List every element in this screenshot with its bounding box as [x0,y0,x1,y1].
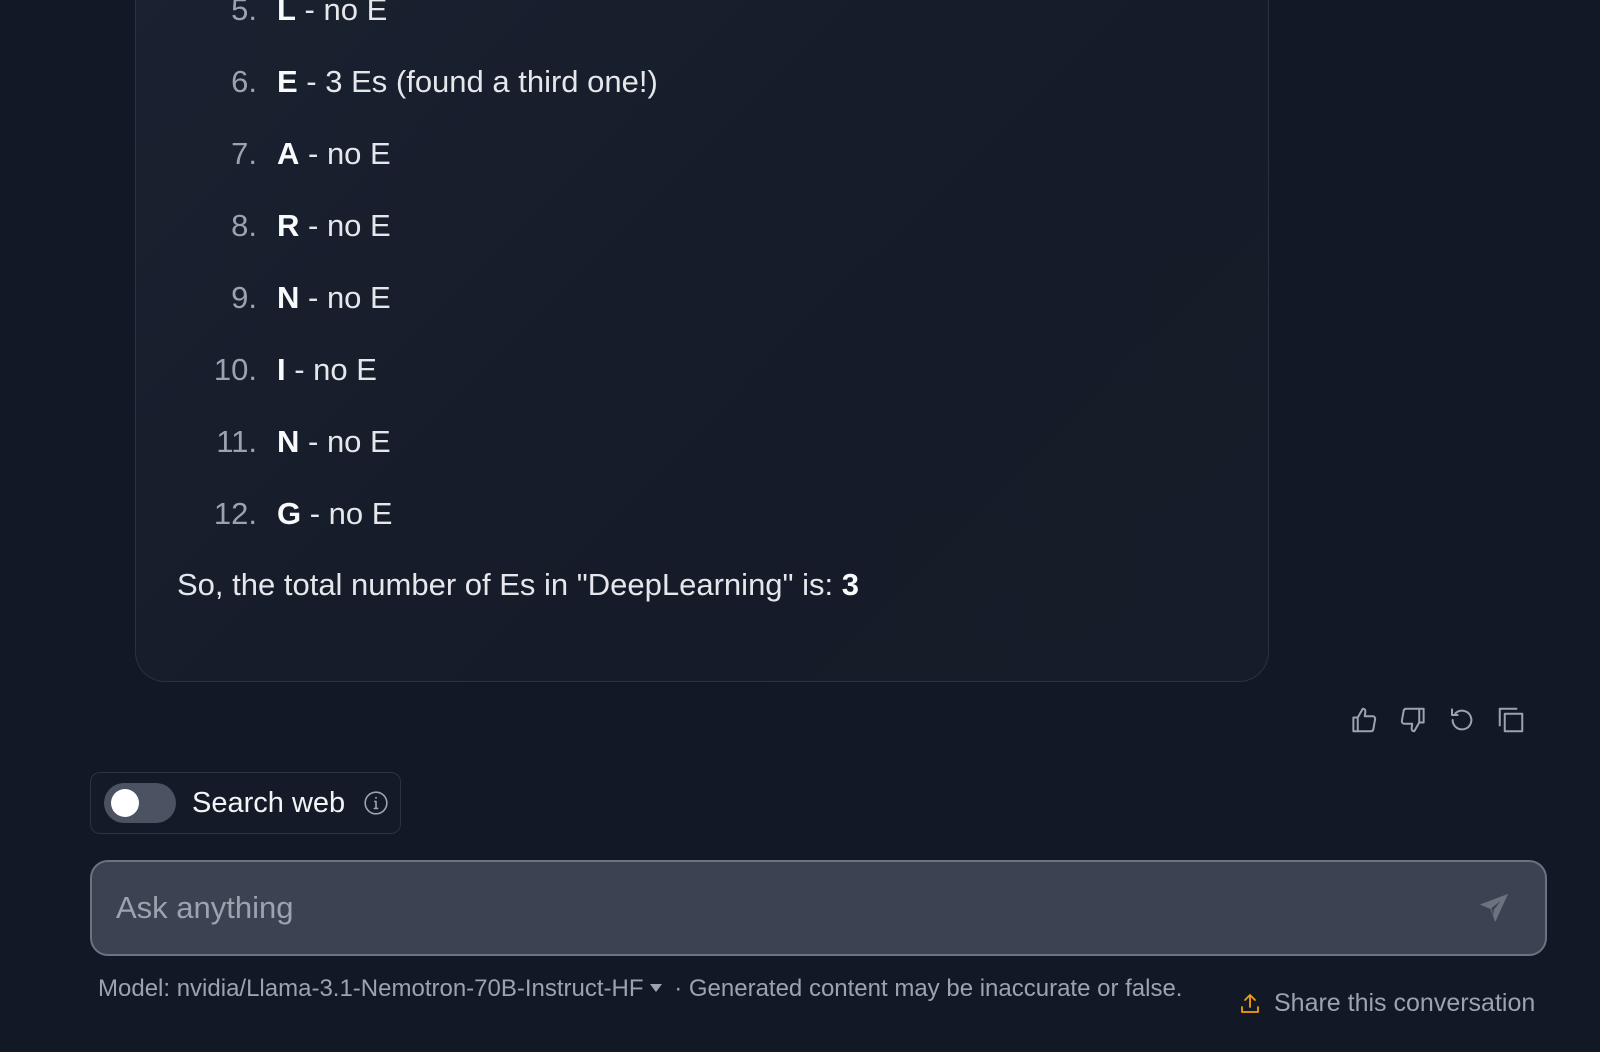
list-item: 7. A - no E [172,118,658,190]
list-item-letter: L [277,0,296,27]
letter-steps-list: 5. L - no E 6. E - 3 Es (found a third o… [172,0,658,550]
list-item-number: 12. [213,496,257,531]
list-item: 9. N - no E [172,262,658,334]
thumbs-up-icon [1351,707,1376,732]
list-item-letter: N [277,280,300,315]
chat-page: 5. L - no E 6. E - 3 Es (found a third o… [0,0,1600,1052]
model-prefix: Model: [98,975,177,1002]
list-item-number: 11. [216,424,257,459]
share-label: Share this conversation [1274,989,1536,1017]
list-item-letter: G [277,496,302,531]
list-item: 11. N - no E [172,406,658,478]
chat-input-container [90,860,1547,956]
list-item-letter: A [277,136,300,171]
footer-disclaimer: Model: nvidia/Llama-3.1-Nemotron-70B-Ins… [98,973,1208,1005]
model-name: nvidia/Llama-3.1-Nemotron-70B-Instruct-H… [176,975,644,1002]
summary-text: So, the total number of Es in "DeepLearn… [177,567,842,602]
message-summary: So, the total number of Es in "DeepLearn… [177,567,859,603]
list-item-text: - no E [299,136,391,171]
thumbs-down-icon [1400,707,1425,732]
copy-button[interactable] [1495,704,1526,735]
list-item-text: - no E [299,424,391,459]
list-item-letter: I [277,352,286,387]
list-item-text: - no E [299,280,391,315]
list-item: 12. G - no E [172,478,658,550]
model-selector[interactable]: nvidia/Llama-3.1-Nemotron-70B-Instruct-H… [177,975,668,1002]
thumbs-up-button[interactable] [1348,704,1379,735]
list-item: 6. E - 3 Es (found a third one!) [172,46,658,118]
list-item-number: 5. [231,0,257,27]
summary-value: 3 [841,567,860,602]
copy-icon [1498,707,1523,732]
list-item-letter: R [277,208,300,243]
list-item: 8. R - no E [172,190,658,262]
search-web-control: Search web [90,772,401,834]
retry-icon [1450,707,1472,730]
chat-input[interactable] [92,861,1469,955]
list-item-number: 9. [231,280,257,315]
info-icon[interactable] [363,790,389,816]
list-item-number: 10. [213,352,257,387]
message-actions [1348,704,1526,735]
retry-button[interactable] [1446,704,1477,735]
list-item: 10. I - no E [172,334,658,406]
share-conversation-button[interactable]: Share this conversation [1238,989,1535,1018]
disclaimer-text: · Generated content may be inaccurate or… [667,975,1183,1002]
list-item-text: - no E [295,0,388,27]
list-item: 5. L - no E [172,0,658,46]
list-item-text: - no E [301,496,393,531]
list-item-letter: E [277,64,298,99]
send-button[interactable] [1469,883,1519,933]
search-web-switch[interactable] [104,783,176,823]
assistant-message: 5. L - no E 6. E - 3 Es (found a third o… [135,0,1269,682]
search-web-label: Search web [192,786,346,819]
list-item-number: 6. [231,64,257,99]
list-item-number: 7. [231,136,257,171]
list-item-text: - no E [285,352,377,387]
list-item-text: - no E [299,208,391,243]
list-item-letter: N [277,424,300,459]
send-icon [1479,893,1509,923]
switch-knob [111,789,139,817]
thumbs-down-button[interactable] [1397,704,1428,735]
caret-down-icon [649,984,662,993]
list-item-number: 8. [231,208,257,243]
share-icon [1241,993,1259,1013]
list-item-text: - 3 Es (found a third one!) [297,64,658,99]
